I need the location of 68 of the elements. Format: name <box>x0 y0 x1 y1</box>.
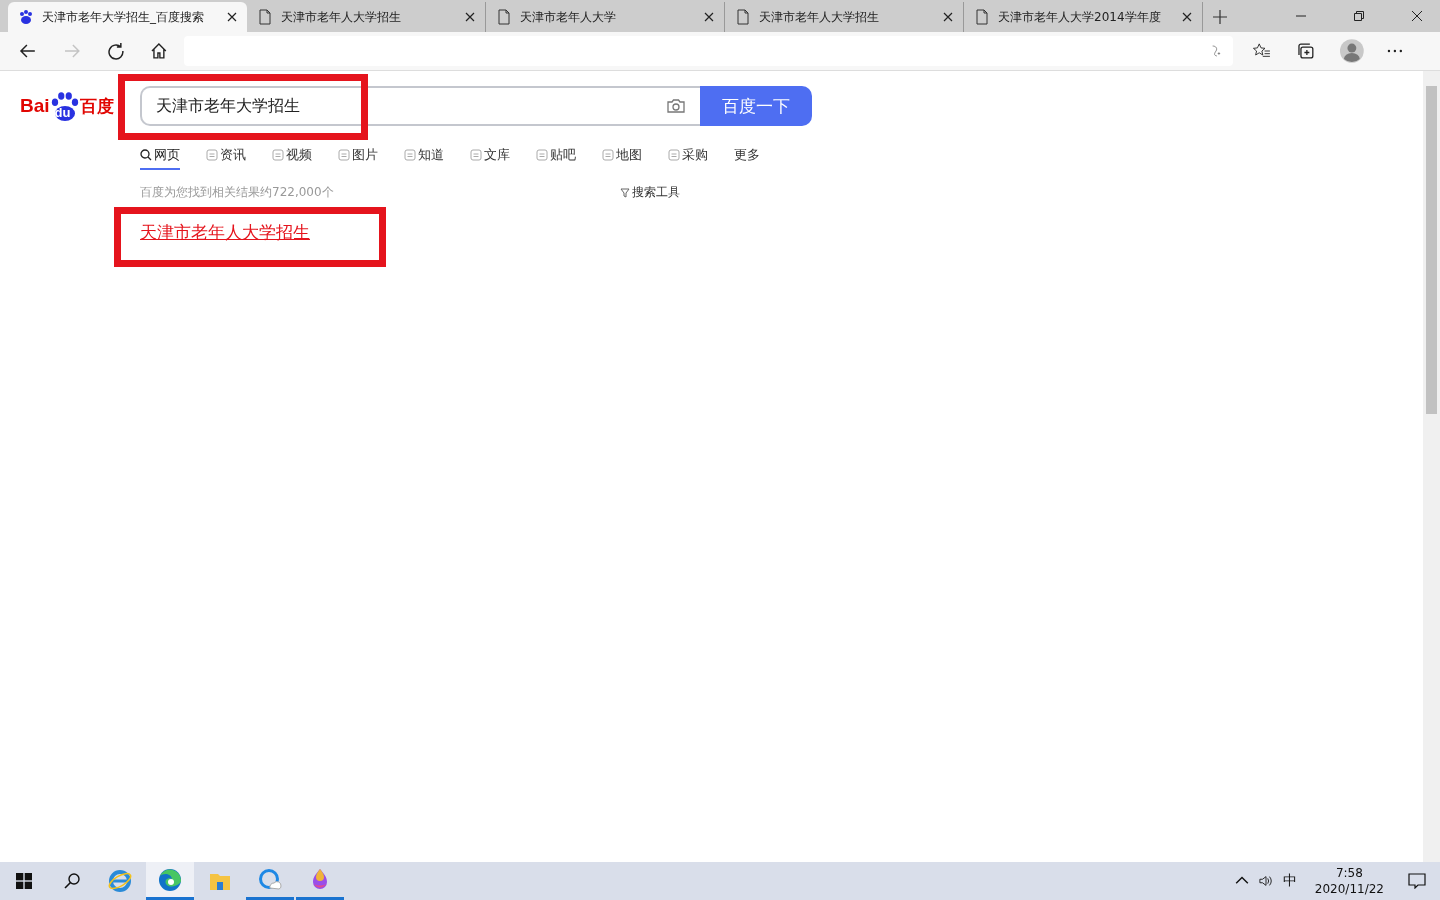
avatar-icon[interactable] <box>1340 39 1365 63</box>
result-count: 百度为您找到相关结果约722,000个 <box>140 184 334 201</box>
tab-title: 天津市老年大学招生_百度搜索 <box>42 8 205 26</box>
search-category-tab[interactable]: 资讯 <box>206 146 246 170</box>
category-icon <box>404 149 416 161</box>
browser-tab[interactable]: 天津市老年大学招生_百度搜索 <box>8 2 247 32</box>
wave-logo-icon <box>158 867 182 892</box>
clock[interactable]: 7:58 2020/11/22 <box>1314 865 1384 897</box>
category-icon <box>668 149 680 161</box>
camera-icon[interactable] <box>666 98 686 114</box>
result-title-link[interactable]: 天津市老年人大学招生 <box>140 222 310 242</box>
close-icon[interactable] <box>465 12 475 22</box>
search-category-tab[interactable]: 网页 <box>140 146 180 170</box>
paw-logo-icon <box>49 90 80 122</box>
logo-text: 百度 <box>79 95 114 118</box>
read-aloud-icon[interactable] <box>1210 44 1221 58</box>
search-category-tab[interactable]: 地图 <box>602 146 642 170</box>
speaker-icon[interactable] <box>1258 874 1273 888</box>
reload-icon[interactable] <box>106 42 125 60</box>
back-arrow-icon[interactable] <box>19 42 37 60</box>
scrollbar-thumb[interactable] <box>1426 86 1437 414</box>
paw-icon <box>18 9 34 25</box>
close-icon[interactable] <box>227 12 237 22</box>
tab-title: 天津市老年人大学2014学年度 <box>998 8 1162 26</box>
collections-icon[interactable] <box>1296 42 1315 60</box>
close-icon[interactable] <box>943 12 953 22</box>
search-icon[interactable] <box>64 873 80 889</box>
filter-icon <box>620 187 630 198</box>
windows-start-icon[interactable] <box>16 873 32 889</box>
category-icon <box>206 149 218 161</box>
page-icon <box>496 9 512 25</box>
logo-text: du <box>54 105 71 120</box>
page-icon <box>257 9 273 25</box>
tab-title: 天津市老年人大学 <box>520 8 617 26</box>
search-category-tab[interactable]: 文库 <box>470 146 510 170</box>
notification-icon[interactable] <box>1408 873 1426 889</box>
search-tools-link[interactable]: 搜索工具 <box>620 184 680 201</box>
category-icon <box>272 149 284 161</box>
search-field[interactable]: 天津市老年大学招生 <box>140 86 700 126</box>
search-category-tab[interactable]: 贴吧 <box>536 146 576 170</box>
search-category-tab[interactable]: 知道 <box>404 146 444 170</box>
new-tab-icon[interactable] <box>1213 10 1227 24</box>
close-icon[interactable] <box>1411 10 1423 22</box>
category-icon <box>602 149 614 161</box>
search-category-tab[interactable]: 更多 <box>734 146 760 170</box>
input-method-indicator[interactable]: 中 <box>1282 872 1297 890</box>
taskbar-app[interactable] <box>146 862 194 900</box>
tab-title: 天津市老年人大学招生 <box>759 8 880 26</box>
search-category-tab[interactable]: 图片 <box>338 146 378 170</box>
search-icon <box>140 149 152 161</box>
tab-title: 天津市老年人大学招生 <box>281 8 402 26</box>
close-icon[interactable] <box>1182 12 1192 22</box>
search-category-tab[interactable]: 采购 <box>668 146 708 170</box>
home-icon[interactable] <box>150 42 169 60</box>
search-category-tab[interactable]: 视频 <box>272 146 312 170</box>
page-icon <box>735 9 751 25</box>
category-icon <box>536 149 548 161</box>
close-icon[interactable] <box>704 12 714 22</box>
letter-e-icon <box>108 869 132 893</box>
category-icon <box>470 149 482 161</box>
logo-text: Bai <box>20 95 50 117</box>
cloud-search-icon <box>258 867 282 892</box>
category-icon <box>338 149 350 161</box>
search-button[interactable]: 百度一下 <box>700 86 812 126</box>
scrollbar[interactable] <box>1423 71 1440 862</box>
restore-icon[interactable] <box>1353 10 1365 22</box>
page-icon <box>974 9 990 25</box>
favorites-icon[interactable] <box>1252 42 1271 60</box>
